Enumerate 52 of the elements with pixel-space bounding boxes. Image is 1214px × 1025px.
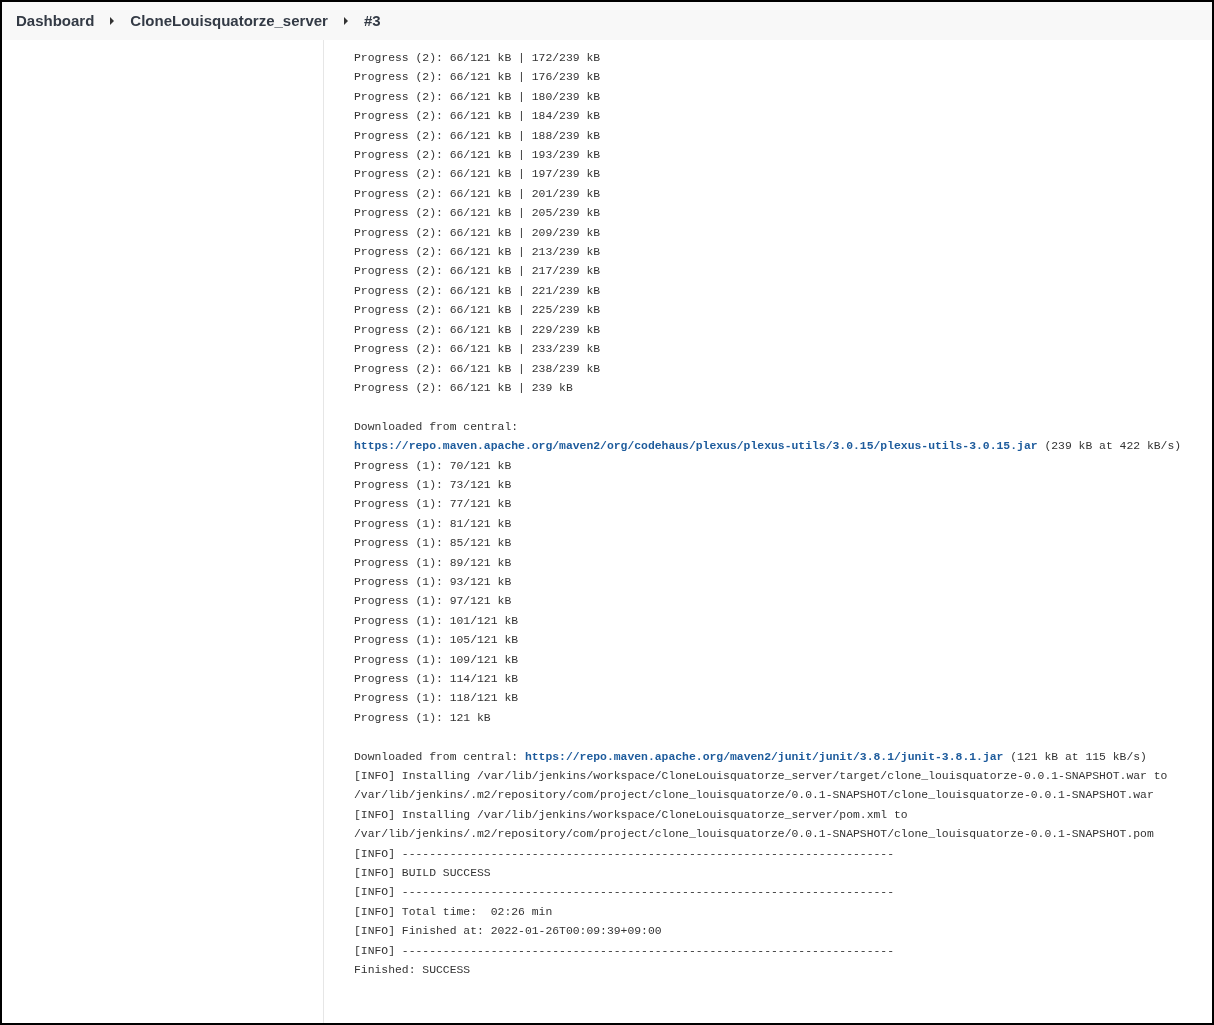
log-line: Progress (1): 114/121 kB <box>354 672 520 687</box>
breadcrumb-link[interactable]: #3 <box>361 9 383 33</box>
log-line: Progress (2): 66/121 kB | 213/239 kB <box>354 245 602 261</box>
log-line: [INFO] Finished at: 2022-01-26T00:09:39+09:00 <box>354 924 663 940</box>
log-line: Progress (2): 66/121 kB | 197/239 kB <box>354 167 602 183</box>
log-line: Progress (1): 73/121 kB <box>354 477 513 493</box>
log-line: Progress (2): 66/121 kB | 217/239 kB <box>354 264 602 280</box>
log-line: [INFO] Installing /var/lib/jenkins/workspace/CloneLouisquatorze_server/pom.xml to /var/lib/jenkins/.m2/repository/com/project/clone_louisquatorze/0.0.1-SNAPSHOT/clone_louisquatorze-0.0.1-SNAPSHOT.pom <box>354 807 1155 843</box>
log-line: Progress (2): 66/121 kB | 193/239 kB <box>354 148 602 164</box>
log-line: Progress (1): 70/121 kB <box>354 458 513 474</box>
log-line: Progress (1): 97/121 kB <box>354 594 513 610</box>
log-text: (239 kB at 422 kB/s) <box>1044 440 1182 453</box>
log-text: (121 kB at 115 kB/s) <box>1010 750 1147 763</box>
log-line: Progress (2): 66/121 kB | 180/239 kB <box>354 89 602 105</box>
download-link[interactable]: https://repo.maven.apache.org/maven2/junit/junit/3.8.1/junit-3.8.1.jar <box>524 750 1004 763</box>
log-line: Progress (2): 66/121 kB | 176/239 kB <box>354 70 602 86</box>
download-link[interactable]: https://repo.maven.apache.org/maven2/org/codehaus/plexus/plexus-utils/3.0.15/plexus-utils-3.0.15.jar <box>354 440 1038 453</box>
log-line: Progress (2): 66/121 kB | 201/239 kB <box>354 186 602 202</box>
log-line: Progress (2): 66/121 kB | 225/239 kB <box>354 303 602 319</box>
log-line: [INFO] Total time: 02:26 min <box>354 904 554 920</box>
log-line: [INFO] ------------------------------------------------------------------------ <box>354 943 895 959</box>
log-line: Progress (2): 66/121 kB | 209/239 kB <box>354 225 602 241</box>
log-line: Progress (1): 109/121 kB <box>354 652 520 668</box>
log-line: Progress (2): 66/121 kB | 221/239 kB <box>354 283 602 299</box>
log-line: Progress (2): 66/121 kB | 229/239 kB <box>354 322 602 338</box>
log-line: Progress (2): 66/121 kB | 188/239 kB <box>354 128 602 144</box>
log-line: [INFO] ------------------------------------------------------------------------ <box>354 885 895 901</box>
log-line: Progress (1): 89/121 kB <box>354 555 513 571</box>
log-line: Progress (1): 101/121 kB <box>354 613 520 629</box>
log-text: Downloaded from central: <box>354 420 519 433</box>
caret-icon <box>110 17 115 25</box>
breadcrumb-link[interactable]: CloneLouisquatorze_server <box>128 9 330 33</box>
log-line: Progress (1): 77/121 kB <box>354 497 513 513</box>
log-line: Progress (2): 66/121 kB | 233/239 kB <box>354 342 602 358</box>
log-line: Progress (2): 66/121 kB | 238/239 kB <box>354 361 602 377</box>
log-line: Progress (1): 93/121 kB <box>354 574 513 590</box>
log-line: [INFO] Installing /var/lib/jenkins/workspace/CloneLouisquatorze_server/target/clone_louisquatorze-0.0.1-SNAPSHOT.war to /var/lib/jenkins/.m2/repository/com/project/clone_louisquatorze/0.0.1-SNAPSHOT/clone_louisquatorze-0.0.1-SNAPSHOT.war <box>354 769 1169 804</box>
log-line: Progress (2): 66/121 kB | 205/239 kB <box>354 206 602 222</box>
log-line: Progress (1): 118/121 kB <box>354 691 520 707</box>
log-line: Progress (1): 105/121 kB <box>354 633 520 649</box>
log-line: Progress (1): 85/121 kB <box>354 536 513 552</box>
log-line: [INFO] ------------------------------------------------------------------------ <box>354 846 895 862</box>
breadcrumb-link[interactable]: Dashboard <box>14 9 97 33</box>
log-text: Downloaded from central: <box>354 750 519 763</box>
log-line: Progress (2): 66/121 kB | 172/239 kB <box>354 51 602 66</box>
log-line: Finished: SUCCESS <box>354 963 472 979</box>
log-line: Progress (1): 81/121 kB <box>354 516 513 532</box>
log-line: Progress (1): 121 kB <box>354 710 492 726</box>
caret-icon <box>343 17 348 25</box>
log-line: Progress (2): 66/121 kB | 184/239 kB <box>354 109 602 125</box>
log-line: Progress (2): 66/121 kB | 239 kB <box>354 380 574 396</box>
log-line: [INFO] BUILD SUCCESS <box>354 866 492 882</box>
